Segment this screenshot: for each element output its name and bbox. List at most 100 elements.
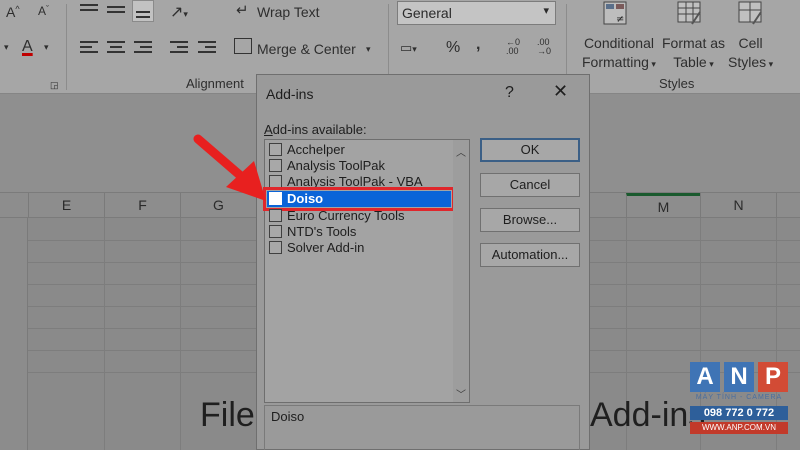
caption-text-right: Add-ins xyxy=(590,396,706,434)
format-as-table-button[interactable]: Format as Table ▾ xyxy=(662,34,725,74)
column-header-f[interactable]: F xyxy=(104,193,180,218)
chevron-down-icon: ▾ xyxy=(648,59,656,69)
anp-watermark-logo: A N P MÁY TÍNH - CAMERA 098 772 0 772 WW… xyxy=(690,362,788,436)
row-header-bar xyxy=(0,218,28,450)
list-item-label: Doiso xyxy=(287,191,324,206)
logo-letter-a: A xyxy=(690,362,720,392)
list-scrollbar[interactable]: ︿ ﹀ xyxy=(453,140,469,402)
merge-center-icon[interactable] xyxy=(234,38,252,54)
wrap-text-button[interactable]: Wrap Text xyxy=(257,4,320,20)
logo-phone: 098 772 0 772 xyxy=(690,406,788,420)
scroll-down-icon[interactable]: ﹀ xyxy=(456,386,466,401)
list-item-selected[interactable]: Doiso xyxy=(263,187,455,211)
checkbox[interactable] xyxy=(269,143,282,156)
conditional-formatting-label-2: Formatting xyxy=(582,54,649,70)
number-format-select[interactable]: General ▾ xyxy=(397,1,556,25)
list-item-label: Solver Add-in xyxy=(287,240,365,255)
comma-style-button[interactable]: , xyxy=(476,36,480,54)
checkbox[interactable] xyxy=(269,192,282,205)
list-item[interactable]: Euro Currency Tools xyxy=(269,208,405,224)
cancel-button[interactable]: Cancel xyxy=(480,173,580,197)
format-as-table-label-2: Table xyxy=(673,54,707,70)
conditional-formatting-icon[interactable]: ≠ xyxy=(602,0,628,26)
svg-text:≠: ≠ xyxy=(616,14,624,25)
add-ins-dialog: Add-ins ? ✕ Add-ins available: Acchelper… xyxy=(256,74,590,450)
increase-indent-icon[interactable] xyxy=(198,40,216,54)
conditional-formatting-button[interactable]: Conditional Formatting ▾ xyxy=(582,34,656,74)
list-item-label: Acchelper xyxy=(287,142,345,157)
top-align-icon[interactable] xyxy=(80,2,98,16)
add-ins-available-text: dd-ins available: xyxy=(272,122,367,137)
wrap-text-icon[interactable]: ↵ xyxy=(236,1,249,19)
scroll-up-icon[interactable]: ︿ xyxy=(456,144,466,159)
close-icon[interactable]: ✕ xyxy=(553,81,568,102)
column-header-e[interactable]: E xyxy=(28,193,104,218)
font-color-dropdown-icon[interactable]: ▾ xyxy=(44,42,49,53)
list-item-label: Euro Currency Tools xyxy=(287,208,405,223)
merge-center-button[interactable]: Merge & Center xyxy=(257,41,356,57)
chevron-down-icon: ▾ xyxy=(706,59,714,69)
list-item-label: Analysis ToolPak - VBA xyxy=(287,174,423,189)
group-separator xyxy=(66,4,67,90)
alignment-group-label: Alignment xyxy=(186,76,244,91)
logo-url: WWW.ANP.COM.VN xyxy=(690,422,788,434)
browse-button[interactable]: Browse... xyxy=(480,208,580,232)
dropdown-arrow-icon[interactable]: ▾ xyxy=(4,42,9,53)
bottom-align-icon[interactable] xyxy=(132,0,154,22)
cell-styles-icon[interactable] xyxy=(737,0,763,26)
grid-line xyxy=(180,218,181,450)
list-item[interactable]: Analysis ToolPak xyxy=(269,158,385,174)
checkbox[interactable] xyxy=(269,159,282,172)
dialog-title: Add-ins xyxy=(266,86,314,102)
checkbox[interactable] xyxy=(269,241,282,254)
description-box: Doiso xyxy=(264,405,580,450)
format-as-table-label-1: Format as xyxy=(662,35,726,51)
logo-letter-n: N xyxy=(724,362,754,392)
column-header-m[interactable]: M xyxy=(626,193,700,218)
column-header-next[interactable] xyxy=(776,193,800,218)
list-item[interactable]: Solver Add-in xyxy=(269,240,364,256)
automation-button[interactable]: Automation... xyxy=(480,243,580,267)
increase-font-icon[interactable]: A^ xyxy=(6,4,20,20)
align-left-icon[interactable] xyxy=(80,40,98,54)
conditional-formatting-label-1: Conditional xyxy=(583,35,654,51)
chevron-down-icon: ▾ xyxy=(543,5,549,17)
middle-align-icon[interactable] xyxy=(107,2,125,16)
list-item[interactable]: Analysis ToolPak - VBA xyxy=(269,174,423,190)
cell-styles-label-2: Styles xyxy=(728,54,767,70)
pointer-arrow-icon xyxy=(193,134,266,201)
help-button[interactable]: ? xyxy=(505,84,514,102)
merge-dropdown-icon[interactable]: ▾ xyxy=(366,44,371,55)
dialog-launcher-icon[interactable]: ◲ xyxy=(50,80,59,91)
logo-subtitle: MÁY TÍNH - CAMERA xyxy=(695,394,783,401)
logo-letter-p: P xyxy=(758,362,788,392)
cell-styles-button[interactable]: Cell Styles ▾ xyxy=(728,34,773,74)
decrease-font-icon[interactable]: Aˇ xyxy=(38,4,49,18)
list-item-label: Analysis ToolPak xyxy=(287,158,386,173)
description-title: Doiso xyxy=(271,409,305,424)
caption-text-left: File xyxy=(200,396,255,434)
align-right-icon[interactable] xyxy=(134,40,152,54)
increase-decimal-icon[interactable]: ←0.00 xyxy=(506,38,520,56)
decrease-decimal-icon[interactable]: .00 →0 xyxy=(537,38,551,56)
font-color-icon[interactable]: A xyxy=(22,38,33,56)
checkbox[interactable] xyxy=(269,225,282,238)
align-center-icon[interactable] xyxy=(107,40,125,54)
list-item[interactable]: Acchelper xyxy=(269,142,345,158)
list-item[interactable]: NTD's Tools xyxy=(269,224,356,240)
grid-line xyxy=(104,218,105,450)
decrease-indent-icon[interactable] xyxy=(170,40,188,54)
chevron-down-icon: ▾ xyxy=(766,59,774,69)
checkbox[interactable] xyxy=(269,175,282,188)
ok-button[interactable]: OK xyxy=(480,138,580,162)
styles-group-label: Styles xyxy=(659,76,695,91)
percent-style-button[interactable]: % xyxy=(446,39,460,57)
number-format-value: General xyxy=(402,5,452,21)
add-ins-list[interactable]: Acchelper Analysis ToolPak Analysis Tool… xyxy=(263,139,470,403)
format-as-table-icon[interactable] xyxy=(676,0,702,26)
orientation-icon[interactable]: ↗▾ xyxy=(170,2,188,22)
column-header-n[interactable]: N xyxy=(700,193,776,218)
accounting-format-icon[interactable]: ▭▾ xyxy=(400,40,417,56)
add-ins-available-label: Add-ins available: xyxy=(264,122,367,137)
checkbox[interactable] xyxy=(269,209,282,222)
